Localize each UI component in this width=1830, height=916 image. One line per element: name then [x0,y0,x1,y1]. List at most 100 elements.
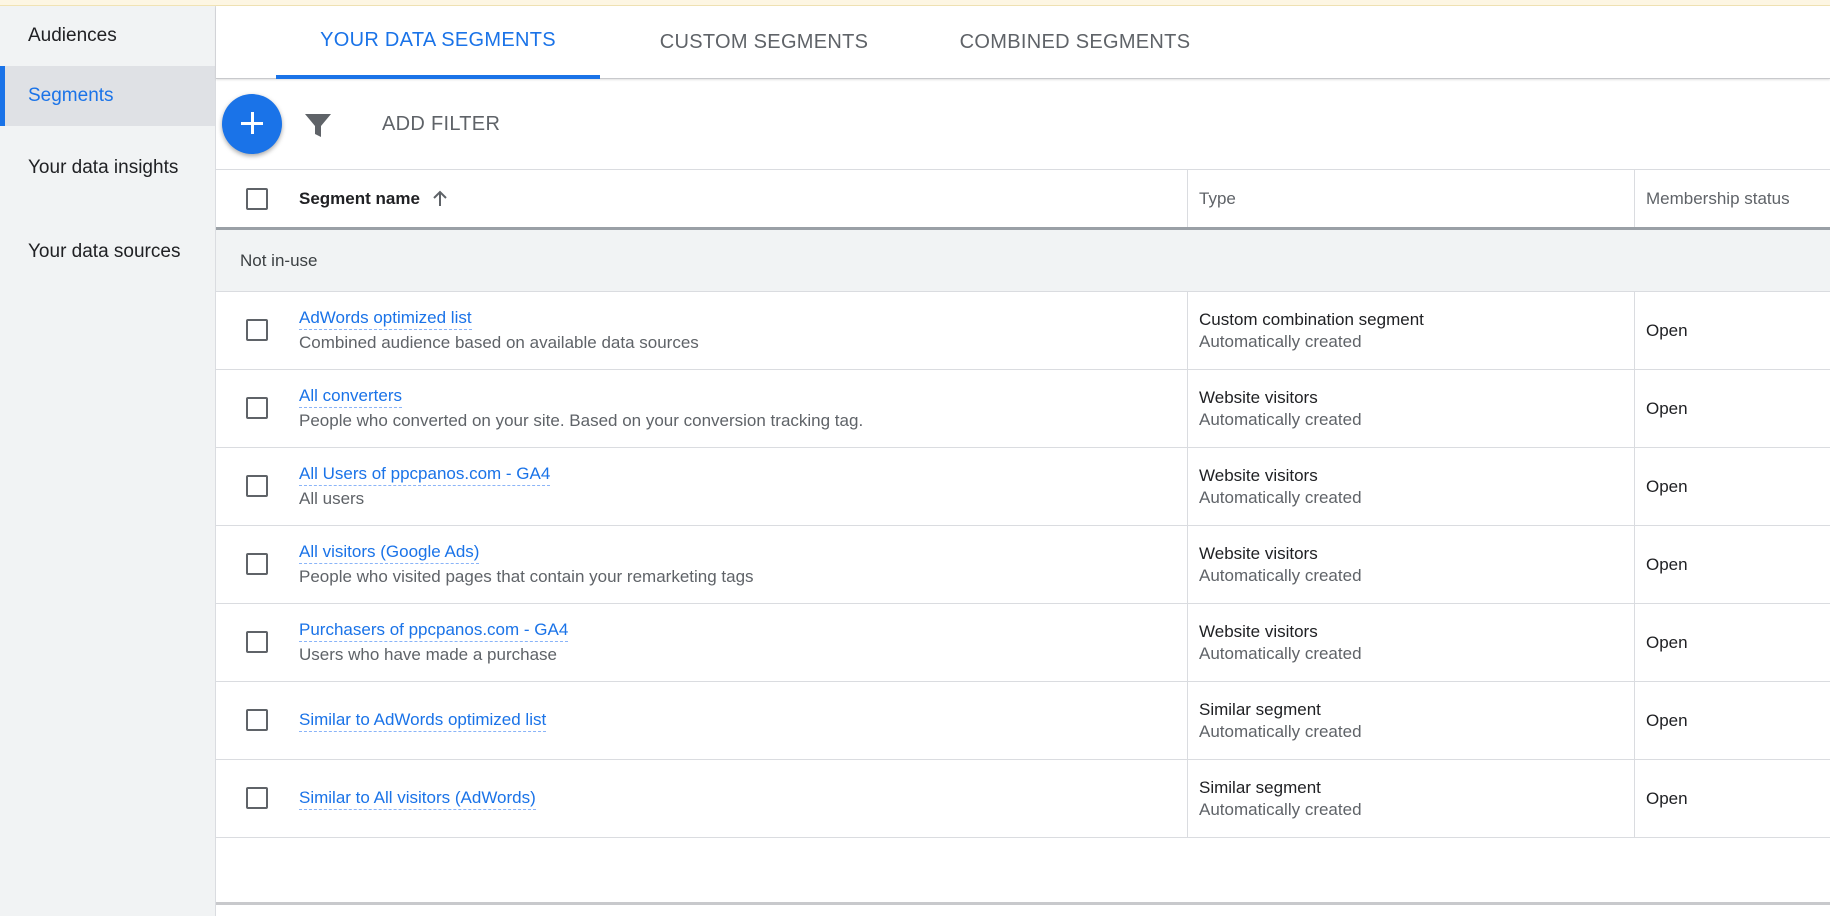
segment-type: Website visitors [1199,621,1318,641]
segment-description: People who converted on your site. Based… [299,411,864,430]
segment-creation-method: Automatically created [1199,643,1362,663]
column-divider [1634,760,1635,837]
segment-name-cell: Purchasers of ppcpanos.com - GA4 Users wh… [299,604,569,681]
segment-type-cell: Website visitors Automatically created [1199,526,1362,603]
column-divider [1187,604,1188,681]
row-checkbox[interactable] [246,397,268,419]
column-divider [1634,370,1635,447]
row-checkbox[interactable] [246,475,268,497]
segment-description: Users who have made a purchase [299,645,557,664]
membership-status: Open [1646,476,1688,496]
main-content: YOUR DATA SEGMENTS CUSTOM SEGMENTS COMBI… [216,6,1830,916]
segment-creation-method: Automatically created [1199,487,1362,507]
row-checkbox[interactable] [246,319,268,341]
segment-creation-method: Automatically created [1199,799,1362,819]
segment-type: Custom combination segment [1199,309,1424,329]
sidebar-item-your-data-sources[interactable]: Your data sources [0,210,215,294]
table-row: Similar to All visitors (AdWords) Similar… [216,760,1830,838]
column-divider [1634,170,1635,227]
membership-status: Open [1646,788,1688,808]
segment-name-cell: Similar to All visitors (AdWords) [299,760,536,837]
segment-name-cell: All visitors (Google Ads) People who visi… [299,526,754,603]
segment-name-link[interactable]: All visitors (Google Ads) [299,541,480,564]
segment-name-link[interactable]: AdWords optimized list [299,307,472,330]
segment-type: Similar segment [1199,699,1321,719]
tab-custom-segments[interactable]: CUSTOM SEGMENTS [628,6,900,79]
row-checkbox[interactable] [246,553,268,575]
membership-status: Open [1646,632,1688,652]
segment-name-link[interactable]: All converters [299,385,402,408]
segment-description: Combined audience based on available dat… [299,333,699,352]
sidebar: Audiences Segments Your data insights Yo… [0,6,216,916]
column-divider [1187,760,1188,837]
column-header-type[interactable]: Type [1199,170,1236,227]
segment-tabs: YOUR DATA SEGMENTS CUSTOM SEGMENTS COMBI… [216,6,1830,79]
column-header-segment-name[interactable]: Segment name [299,170,450,227]
segment-name-link[interactable]: Similar to All visitors (AdWords) [299,787,536,810]
segment-type: Website visitors [1199,387,1318,407]
column-divider [1187,370,1188,447]
segment-type-cell: Similar segment Automatically created [1199,682,1362,759]
table-header: Segment name Type Membership status [216,170,1830,230]
column-divider [1634,526,1635,603]
column-divider [1187,682,1188,759]
segment-creation-method: Automatically created [1199,331,1362,351]
sidebar-item-your-data-insights[interactable]: Your data insights [0,126,215,210]
segment-description: People who visited pages that contain yo… [299,567,754,586]
column-divider [1187,526,1188,603]
membership-status: Open [1646,320,1688,340]
segment-type-cell: Similar segment Automatically created [1199,760,1362,837]
segment-name-link[interactable]: Similar to AdWords optimized list [299,709,547,732]
segment-name-cell: All Users of ppcpanos.com - GA4 All users [299,448,551,525]
column-divider [1634,604,1635,681]
add-filter-button[interactable]: ADD FILTER [382,80,500,168]
segment-description: All users [299,489,365,508]
table-row: All visitors (Google Ads) People who visi… [216,526,1830,604]
table-row: All converters People who converted on yo… [216,370,1830,448]
column-divider [1634,448,1635,525]
table-row: AdWords optimized list Combined audience … [216,292,1830,370]
segment-type-cell: Website visitors Automatically created [1199,448,1362,525]
add-segment-button[interactable] [222,94,282,154]
table-row: All Users of ppcpanos.com - GA4 All users… [216,448,1830,526]
sidebar-item-audiences[interactable]: Audiences [0,6,215,66]
row-checkbox[interactable] [246,631,268,653]
segment-creation-method: Automatically created [1199,721,1362,741]
tab-combined-segments[interactable]: COMBINED SEGMENTS [930,6,1220,79]
sort-ascending-icon [433,190,447,206]
segment-type: Website visitors [1199,465,1318,485]
segment-name-cell: Similar to AdWords optimized list [299,682,547,759]
column-divider [1187,170,1188,227]
select-all-checkbox[interactable] [246,188,268,210]
sidebar-item-segments[interactable]: Segments [0,66,215,126]
segment-type-cell: Website visitors Automatically created [1199,604,1362,681]
segment-name-link[interactable]: Purchasers of ppcpanos.com - GA4 [299,619,569,642]
segment-type-cell: Custom combination segment Automatically … [1199,292,1424,369]
table-row: Similar to AdWords optimized list Similar… [216,682,1830,760]
row-checkbox[interactable] [246,709,268,731]
membership-status: Open [1646,710,1688,730]
column-divider [1187,448,1188,525]
membership-status: Open [1646,554,1688,574]
segment-name-cell: All converters People who converted on yo… [299,370,863,447]
column-header-membership-status[interactable]: Membership status [1646,170,1790,227]
table-row: Purchasers of ppcpanos.com - GA4 Users wh… [216,604,1830,682]
segment-name-cell: AdWords optimized list Combined audience … [299,292,699,369]
segment-type-cell: Website visitors Automatically created [1199,370,1362,447]
tab-your-data-segments[interactable]: YOUR DATA SEGMENTS [276,6,600,79]
column-divider [1634,682,1635,759]
column-divider [1634,292,1635,369]
table-toolbar: ADD FILTER [216,80,1830,170]
segment-creation-method: Automatically created [1199,409,1362,429]
segment-type: Similar segment [1199,777,1321,797]
segment-creation-method: Automatically created [1199,565,1362,585]
column-header-label: Segment name [299,188,420,208]
row-checkbox[interactable] [246,787,268,809]
filter-icon[interactable] [304,113,332,139]
membership-status: Open [1646,398,1688,418]
table-footer-divider [216,902,1830,905]
column-divider [1187,292,1188,369]
segment-name-link[interactable]: All Users of ppcpanos.com - GA4 [299,463,551,486]
segment-type: Website visitors [1199,543,1318,563]
group-header-not-in-use: Not in-use [216,230,1830,292]
